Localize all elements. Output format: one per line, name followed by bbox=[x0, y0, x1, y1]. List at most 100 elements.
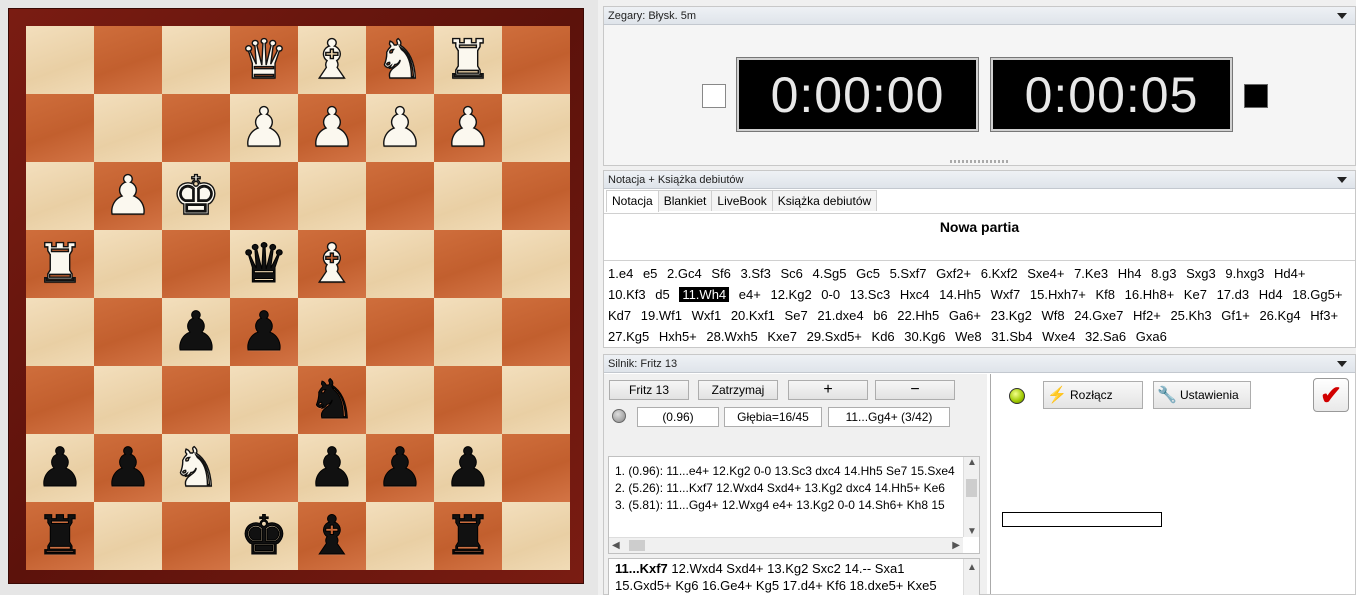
board-square[interactable] bbox=[94, 230, 162, 298]
move-token[interactable]: Hd4+ bbox=[1274, 266, 1305, 281]
board-square[interactable]: ♞ bbox=[366, 26, 434, 94]
move-token[interactable]: Gf1+ bbox=[1221, 308, 1250, 323]
board-square[interactable] bbox=[502, 434, 570, 502]
white-queen-icon[interactable]: ♛ bbox=[239, 32, 289, 87]
board-square[interactable]: ♝ bbox=[298, 26, 366, 94]
move-token[interactable]: 14.Hh5 bbox=[939, 287, 981, 302]
board-square[interactable]: ♟ bbox=[434, 94, 502, 162]
move-token[interactable]: 16.Hh8+ bbox=[1125, 287, 1175, 302]
board-square[interactable] bbox=[230, 162, 298, 230]
engine-line[interactable]: 2. (5.26): 11...Kxf7 12.Wxd4 Sxd4+ 13.Kg… bbox=[609, 480, 955, 497]
board-square[interactable]: ♝ bbox=[298, 502, 366, 570]
engine-line[interactable]: 3. (5.81): 11...Gg4+ 12.Wxg4 e4+ 13.Kg2 … bbox=[609, 497, 955, 514]
scrollbar-thumb[interactable] bbox=[629, 540, 645, 551]
move-token[interactable]: Ga6+ bbox=[949, 308, 981, 323]
move-token[interactable]: e4+ bbox=[739, 287, 761, 302]
board-square[interactable] bbox=[298, 162, 366, 230]
black-rook-icon[interactable]: ♜ bbox=[443, 508, 492, 563]
move-token[interactable]: Sf6 bbox=[711, 266, 731, 281]
move-token[interactable]: 5.Sxf7 bbox=[890, 266, 927, 281]
board-square[interactable] bbox=[502, 502, 570, 570]
move-token[interactable]: Kxe7 bbox=[767, 329, 797, 344]
board-square[interactable]: ♜ bbox=[434, 502, 502, 570]
board-square[interactable] bbox=[434, 298, 502, 366]
move-token[interactable]: Hd4 bbox=[1259, 287, 1283, 302]
white-pawn-icon[interactable]: ♟ bbox=[239, 100, 289, 155]
white-pawn-icon[interactable]: ♟ bbox=[307, 100, 357, 155]
board-square[interactable]: ♚ bbox=[162, 162, 230, 230]
board-square[interactable]: ♟ bbox=[298, 434, 366, 502]
black-king-icon[interactable]: ♚ bbox=[239, 508, 288, 563]
scroll-down-icon[interactable]: ▼ bbox=[967, 526, 977, 537]
settings-button[interactable]: 🔧 Ustawienia bbox=[1153, 381, 1251, 409]
move-token[interactable]: 27.Kg5 bbox=[608, 329, 649, 344]
move-token[interactable]: Wxf7 bbox=[991, 287, 1021, 302]
move-token[interactable]: d5 bbox=[655, 287, 669, 302]
move-token[interactable]: 17.d3 bbox=[1217, 287, 1250, 302]
white-rook-icon[interactable]: ♜ bbox=[443, 32, 493, 87]
board-square[interactable] bbox=[502, 26, 570, 94]
board-square[interactable]: ♜ bbox=[434, 26, 502, 94]
pane-menu-icon[interactable] bbox=[1337, 177, 1347, 183]
move-token[interactable]: We8 bbox=[955, 329, 982, 344]
board-square[interactable] bbox=[162, 230, 230, 298]
white-bishop-icon[interactable]: ♝ bbox=[307, 236, 357, 291]
board-square[interactable]: ♝ bbox=[298, 230, 366, 298]
move-token[interactable]: 8.g3 bbox=[1151, 266, 1176, 281]
move-token[interactable]: 32.Sa6 bbox=[1085, 329, 1126, 344]
move-token[interactable]: Hxc4 bbox=[900, 287, 930, 302]
move-token[interactable]: Hf2+ bbox=[1133, 308, 1161, 323]
board-square[interactable]: ♜ bbox=[26, 230, 94, 298]
board-square[interactable] bbox=[366, 298, 434, 366]
white-pawn-icon[interactable]: ♟ bbox=[375, 100, 425, 155]
move-token[interactable]: e5 bbox=[643, 266, 657, 281]
move-token[interactable]: 18.Gg5+ bbox=[1292, 287, 1342, 302]
move-token[interactable]: Sxe4+ bbox=[1027, 266, 1064, 281]
tab-blankiet[interactable]: Blankiet bbox=[657, 190, 713, 211]
move-token[interactable]: 12.Kg2 bbox=[770, 287, 811, 302]
board-square[interactable] bbox=[94, 366, 162, 434]
engine-lines-box[interactable]: 1. (0.96): 11...e4+ 12.Kg2 0-0 13.Sc3 dx… bbox=[608, 456, 980, 554]
move-token[interactable]: Sc6 bbox=[780, 266, 802, 281]
board-square[interactable] bbox=[26, 94, 94, 162]
board-square[interactable] bbox=[434, 230, 502, 298]
board-square[interactable] bbox=[298, 298, 366, 366]
board-square[interactable]: ♟ bbox=[230, 298, 298, 366]
board-square[interactable]: ♟ bbox=[230, 94, 298, 162]
black-queen-icon[interactable]: ♛ bbox=[239, 236, 288, 291]
white-pawn-icon[interactable]: ♟ bbox=[443, 100, 493, 155]
board-square[interactable] bbox=[230, 366, 298, 434]
tab-notacja[interactable]: Notacja bbox=[606, 190, 659, 212]
scroll-up-icon[interactable]: ▲ bbox=[967, 559, 977, 576]
variation-box[interactable]: 11...Kxf7 12.Wxd4 Sxd4+ 13.Kg2 Sxc2 14.-… bbox=[608, 558, 980, 595]
move-token[interactable]: 21.dxe4 bbox=[817, 308, 863, 323]
move-token[interactable]: 0-0 bbox=[821, 287, 840, 302]
add-line-button[interactable]: + bbox=[788, 380, 868, 400]
tab-opening-book[interactable]: Książka debiutów bbox=[771, 190, 878, 211]
move-token[interactable]: 22.Hh5 bbox=[897, 308, 939, 323]
chess-board[interactable]: ♛ ♝ ♞ ♜ ♟ ♟ ♟ ♟ ♟ ♚ ♜ ♛ ♝ ♟ ♟ ♞ ♟ ♟ ♞ ♟ ♟ ♟ ♜ ♚ ♝ ♜ bbox=[26, 26, 570, 570]
move-token[interactable]: 19.Wf1 bbox=[641, 308, 682, 323]
board-square[interactable] bbox=[366, 366, 434, 434]
lines-vertical-scrollbar[interactable]: ▲ ▼ bbox=[963, 457, 979, 537]
black-pawn-icon[interactable]: ♟ bbox=[103, 440, 152, 495]
black-pawn-icon[interactable]: ♟ bbox=[375, 440, 424, 495]
black-knight-icon[interactable]: ♞ bbox=[307, 372, 356, 427]
move-token[interactable]: 7.Ke3 bbox=[1074, 266, 1108, 281]
black-rook-icon[interactable]: ♜ bbox=[35, 508, 84, 563]
move-token[interactable]: Wxf1 bbox=[692, 308, 722, 323]
board-square[interactable] bbox=[162, 94, 230, 162]
board-square[interactable] bbox=[26, 298, 94, 366]
black-pawn-icon[interactable]: ♟ bbox=[171, 304, 220, 359]
board-square[interactable] bbox=[502, 162, 570, 230]
tab-livebook[interactable]: LiveBook bbox=[711, 190, 773, 211]
move-token[interactable]: 24.Gxe7 bbox=[1074, 308, 1123, 323]
move-token[interactable]: Wf8 bbox=[1041, 308, 1064, 323]
board-square[interactable] bbox=[366, 162, 434, 230]
move-token[interactable]: Gxa6 bbox=[1136, 329, 1167, 344]
black-pawn-icon[interactable]: ♟ bbox=[307, 440, 356, 495]
board-square[interactable] bbox=[366, 230, 434, 298]
stop-button[interactable]: Zatrzymaj bbox=[698, 380, 778, 400]
board-square[interactable] bbox=[94, 298, 162, 366]
resize-grip[interactable] bbox=[949, 160, 1010, 163]
